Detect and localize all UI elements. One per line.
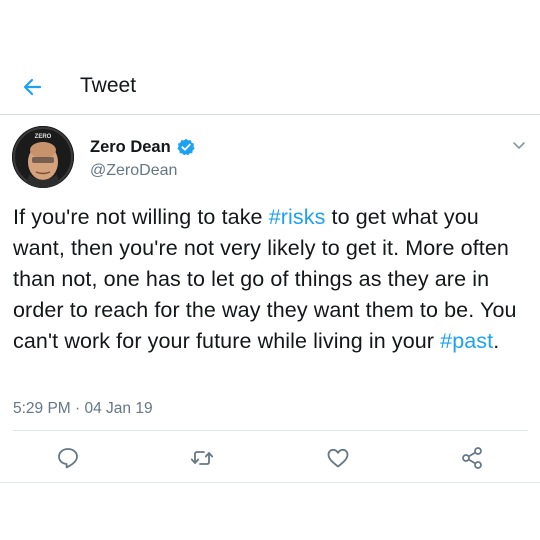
more-options-button[interactable] [508, 134, 530, 156]
reply-button[interactable] [55, 445, 81, 471]
top-bar: Tweet [0, 58, 540, 115]
verified-badge-icon [177, 138, 195, 156]
chevron-down-icon [513, 142, 525, 149]
share-icon [462, 447, 482, 469]
hashtag-link-risks[interactable]: #risks [269, 205, 326, 229]
author-name-row[interactable]: Zero Dean [90, 137, 195, 157]
tweet-text: If you're not willing to take #risks to … [13, 202, 528, 357]
tweet-detail-screen: Tweet ZERO Zero Dean @ZeroDean If you're… [0, 0, 540, 540]
tweet-text-segment: If you're not willing to take [13, 205, 269, 229]
divider [0, 482, 540, 483]
author-handle[interactable]: @ZeroDean [90, 161, 177, 181]
hashtag-link-past[interactable]: #past [440, 329, 493, 353]
avatar-logo-text: ZERO [35, 134, 52, 140]
retweet-icon [190, 451, 214, 465]
retweet-button[interactable] [189, 445, 215, 471]
tweet-text-segment: . [493, 329, 500, 353]
divider [13, 430, 528, 431]
share-button[interactable] [459, 445, 485, 471]
back-button[interactable] [18, 72, 48, 102]
author-display-name: Zero Dean [90, 138, 171, 156]
heart-icon [327, 448, 349, 468]
page-title: Tweet [80, 74, 137, 97]
reply-icon [58, 448, 78, 469]
arrow-left-icon [23, 78, 42, 96]
avatar[interactable]: ZERO [12, 126, 74, 188]
like-button[interactable] [325, 445, 351, 471]
tweet-timestamp: 5:29 PM · 04 Jan 19 [13, 400, 153, 417]
profile-photo: ZERO [12, 126, 74, 188]
